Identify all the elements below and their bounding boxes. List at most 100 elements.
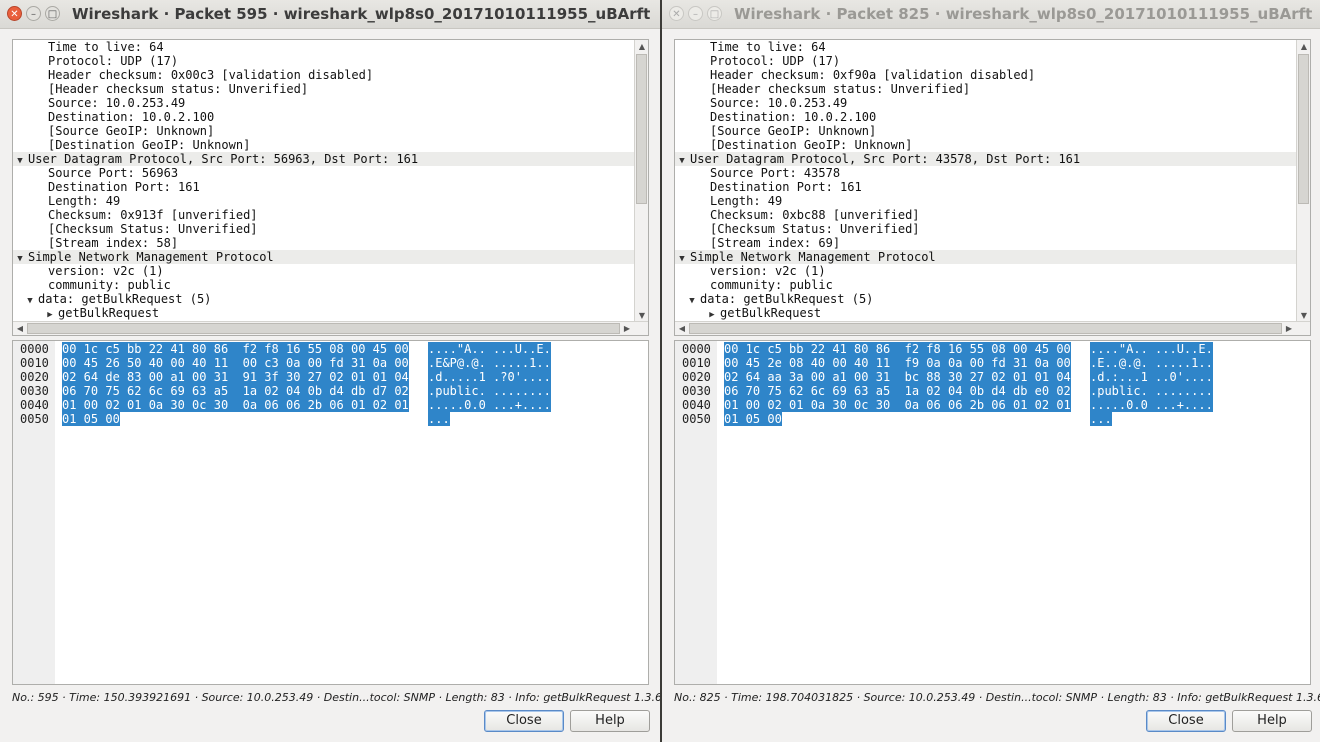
- vertical-scrollbar[interactable]: ▲ ▼: [634, 40, 648, 323]
- bytes-hex: 00 45 26 50 40 00 40 11 00 c3 0a 00 fd 3…: [62, 356, 409, 370]
- tree-row[interactable]: [Destination GeoIP: Unknown]: [675, 138, 1296, 152]
- packet-details-tree[interactable]: Time to live: 64 Protocol: UDP (17) Header…: [674, 39, 1311, 336]
- bytes-offset: 0000: [682, 342, 711, 356]
- minimize-icon[interactable]: –: [26, 6, 41, 21]
- tree-row[interactable]: Source: 10.0.253.49: [675, 96, 1296, 110]
- tree-row[interactable]: Time to live: 64: [675, 40, 1296, 54]
- tree-row[interactable]: ▶ getBulkRequest: [675, 306, 1296, 320]
- scroll-left-icon[interactable]: ◀: [675, 323, 689, 335]
- maximize-icon[interactable]: □: [707, 6, 722, 21]
- tree-row[interactable]: Time to live: 64: [13, 40, 634, 54]
- scroll-left-icon[interactable]: ◀: [13, 323, 27, 335]
- collapsed-arrow-icon[interactable]: ▶: [707, 308, 717, 322]
- maximize-icon[interactable]: □: [45, 6, 60, 21]
- tree-row[interactable]: version: v2c (1): [675, 264, 1296, 278]
- tree-row[interactable]: [Header checksum status: Unverified]: [675, 82, 1296, 96]
- scroll-thumb[interactable]: [27, 323, 620, 334]
- tree-row-label: Simple Network Management Protocol: [28, 250, 274, 264]
- tree-row-label: Time to live: 64: [48, 40, 164, 54]
- tree-rows: Time to live: 64 Protocol: UDP (17) Header…: [13, 40, 634, 320]
- window-title: Wireshark · Packet 595 · wireshark_wlp8s…: [72, 5, 651, 23]
- tree-row[interactable]: ▼ Simple Network Management Protocol: [13, 250, 634, 264]
- close-window-icon[interactable]: ✕: [669, 6, 684, 21]
- scroll-thumb[interactable]: [636, 54, 647, 204]
- tree-row[interactable]: ▼ User Datagram Protocol, Src Port: 43578…: [675, 152, 1296, 166]
- tree-row[interactable]: [Destination GeoIP: Unknown]: [13, 138, 634, 152]
- tree-row[interactable]: Source Port: 43578: [675, 166, 1296, 180]
- collapsed-arrow-icon[interactable]: ▶: [45, 308, 55, 322]
- tree-row[interactable]: Destination: 10.0.2.100: [13, 110, 634, 124]
- tree-row[interactable]: Checksum: 0xbc88 [unverified]: [675, 208, 1296, 222]
- scroll-up-icon[interactable]: ▲: [635, 41, 648, 53]
- tree-row[interactable]: [Stream index: 69]: [675, 236, 1296, 250]
- tree-row[interactable]: community: public: [13, 278, 634, 292]
- horizontal-scrollbar[interactable]: ◀ ▶: [13, 321, 648, 335]
- tree-row[interactable]: ▼ User Datagram Protocol, Src Port: 56963…: [13, 152, 634, 166]
- title-bar[interactable]: ✕ – □ Wireshark · Packet 595 · wireshark…: [0, 0, 660, 29]
- help-button[interactable]: Help: [1232, 710, 1312, 732]
- tree-row[interactable]: [Checksum Status: Unverified]: [13, 222, 634, 236]
- tree-row-label: version: v2c (1): [48, 264, 164, 278]
- scroll-thumb[interactable]: [689, 323, 1282, 334]
- tree-row[interactable]: ▼ data: getBulkRequest (5): [13, 292, 634, 306]
- tree-row-label: [Header checksum status: Unverified]: [48, 82, 309, 96]
- minimize-icon[interactable]: –: [688, 6, 703, 21]
- tree-row[interactable]: Header checksum: 0x00c3 [validation disa…: [13, 68, 634, 82]
- bytes-ascii: .d.:...1 ..0'....: [1090, 370, 1213, 384]
- packet-details-tree[interactable]: Time to live: 64 Protocol: UDP (17) Header…: [12, 39, 649, 336]
- tree-row[interactable]: Length: 49: [13, 194, 634, 208]
- bytes-hex: 06 70 75 62 6c 69 63 a5 1a 02 04 0b d4 d…: [724, 384, 1071, 398]
- title-bar[interactable]: ✕ – □ Wireshark · Packet 825 · wireshark…: [662, 0, 1320, 29]
- bytes-offset: 0020: [682, 370, 711, 384]
- tree-row[interactable]: Destination: 10.0.2.100: [675, 110, 1296, 124]
- tree-row[interactable]: version: v2c (1): [13, 264, 634, 278]
- tree-row[interactable]: [Checksum Status: Unverified]: [675, 222, 1296, 236]
- bytes-hex: 00 45 2e 08 40 00 40 11 f9 0a 0a 00 fd 3…: [724, 356, 1071, 370]
- tree-row-label: Length: 49: [710, 194, 783, 208]
- bytes-ascii: .d.....1 .?0'....: [428, 370, 551, 384]
- tree-row[interactable]: ▶ getBulkRequest: [13, 306, 634, 320]
- tree-row[interactable]: Protocol: UDP (17): [675, 54, 1296, 68]
- scroll-up-icon[interactable]: ▲: [1297, 41, 1310, 53]
- tree-row[interactable]: Checksum: 0x913f [unverified]: [13, 208, 634, 222]
- tree-row[interactable]: Protocol: UDP (17): [13, 54, 634, 68]
- tree-row-label: [Destination GeoIP: Unknown]: [48, 138, 251, 152]
- tree-row[interactable]: Header checksum: 0xf90a [validation disa…: [675, 68, 1296, 82]
- tree-row[interactable]: Destination Port: 161: [675, 180, 1296, 194]
- scroll-right-icon[interactable]: ▶: [1282, 323, 1296, 335]
- packet-summary-status: No.: 825 · Time: 198.704031825 · Source:…: [674, 691, 1320, 704]
- packet-bytes-pane[interactable]: 0000 00 1c c5 bb 22 41 80 86 f2 f8 16 55 …: [12, 340, 649, 685]
- tree-row-label: version: v2c (1): [710, 264, 826, 278]
- tree-row-label: Source: 10.0.253.49: [710, 96, 848, 110]
- tree-row-label: Source: 10.0.253.49: [48, 96, 186, 110]
- tree-row[interactable]: [Stream index: 58]: [13, 236, 634, 250]
- bytes-hex: 02 64 de 83 00 a1 00 31 91 3f 30 27 02 0…: [62, 370, 409, 384]
- scroll-thumb[interactable]: [1298, 54, 1309, 204]
- tree-row[interactable]: ▼ data: getBulkRequest (5): [675, 292, 1296, 306]
- tree-row[interactable]: [Source GeoIP: Unknown]: [675, 124, 1296, 138]
- bytes-hex: 06 70 75 62 6c 69 63 a5 1a 02 04 0b d4 d…: [62, 384, 409, 398]
- bytes-ascii: .public. ........: [1090, 384, 1213, 398]
- scroll-right-icon[interactable]: ▶: [620, 323, 634, 335]
- close-window-icon[interactable]: ✕: [7, 6, 22, 21]
- tree-row-label: Protocol: UDP (17): [710, 54, 841, 68]
- tree-row[interactable]: Source Port: 56963: [13, 166, 634, 180]
- bytes-ascii: .....0.0 ...+....: [428, 398, 551, 412]
- close-button[interactable]: Close: [484, 710, 564, 732]
- tree-row[interactable]: Source: 10.0.253.49: [13, 96, 634, 110]
- tree-row-label: community: public: [710, 278, 833, 292]
- help-button[interactable]: Help: [570, 710, 650, 732]
- horizontal-scrollbar[interactable]: ◀ ▶: [675, 321, 1310, 335]
- close-button[interactable]: Close: [1146, 710, 1226, 732]
- packet-bytes-pane[interactable]: 0000 00 1c c5 bb 22 41 80 86 f2 f8 16 55 …: [674, 340, 1311, 685]
- tree-row[interactable]: Destination Port: 161: [13, 180, 634, 194]
- tree-row[interactable]: community: public: [675, 278, 1296, 292]
- tree-row[interactable]: ▼ Simple Network Management Protocol: [675, 250, 1296, 264]
- tree-row[interactable]: [Source GeoIP: Unknown]: [13, 124, 634, 138]
- vertical-scrollbar[interactable]: ▲ ▼: [1296, 40, 1310, 323]
- tree-row[interactable]: Length: 49: [675, 194, 1296, 208]
- bytes-offset: 0040: [682, 398, 711, 412]
- bytes-ascii: ...."A.. ...U..E.: [428, 342, 551, 356]
- tree-row[interactable]: [Header checksum status: Unverified]: [13, 82, 634, 96]
- bytes-hex: 01 00 02 01 0a 30 0c 30 0a 06 06 2b 06 0…: [724, 398, 1071, 412]
